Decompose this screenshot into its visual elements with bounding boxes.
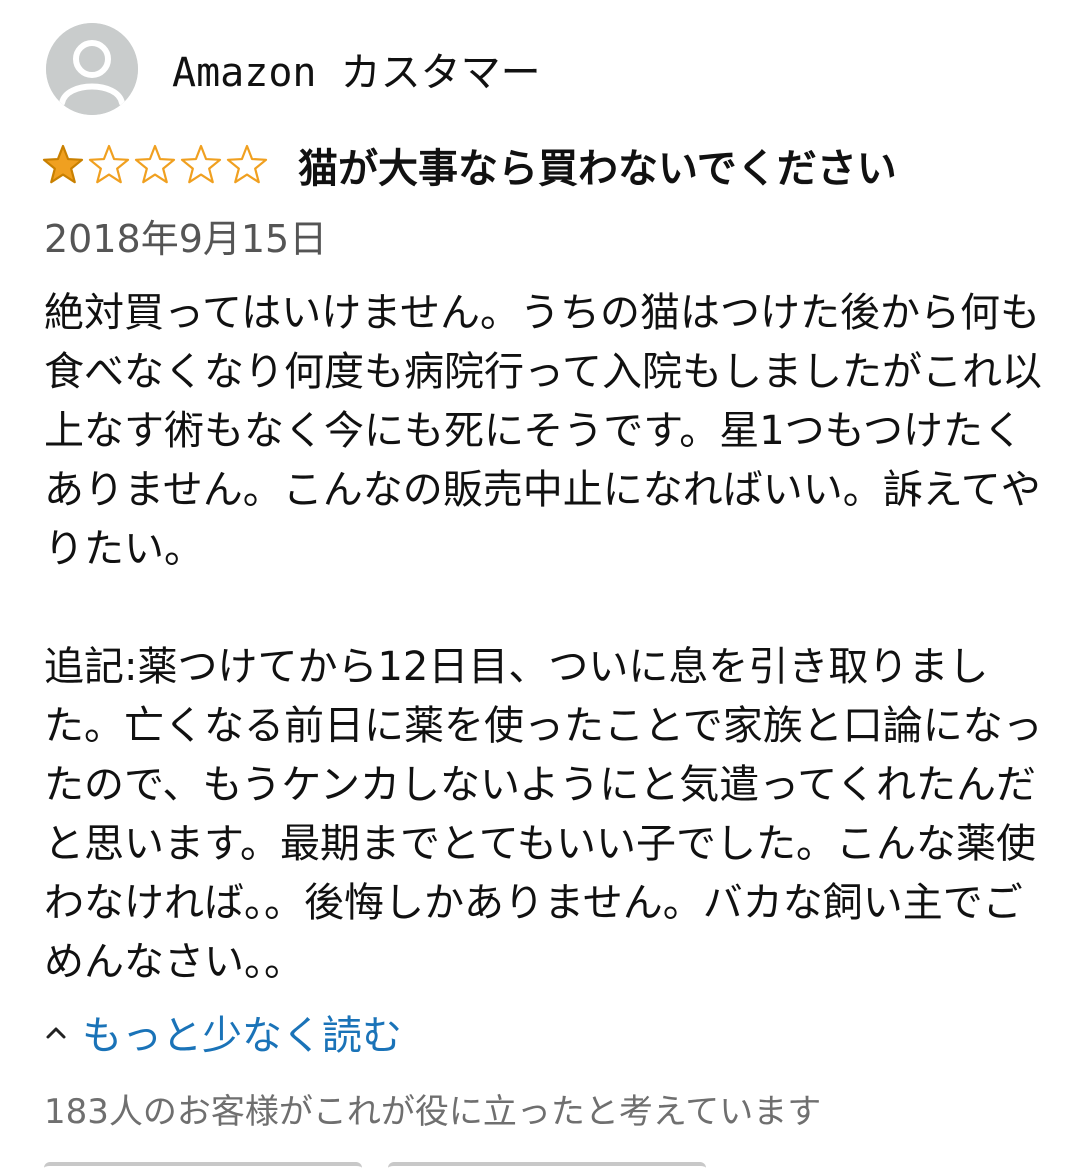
report-button[interactable] (388, 1162, 706, 1176)
review-paragraph: 絶対買ってはいけません。うちの猫はつけた後から何も食べなくなり何度も病院行って入… (44, 290, 1042, 572)
review-date: 2018年9月15日 (44, 217, 328, 261)
read-less-button[interactable]: もっと少なく読む (44, 1002, 402, 1062)
review-action-buttons (44, 1162, 732, 1176)
star-empty-icon (226, 144, 268, 184)
reviewer-name[interactable]: Amazon カスタマー (172, 40, 541, 98)
rating-title-row: 猫が大事なら買わないでください (40, 132, 897, 198)
review-card: Amazon カスタマー 猫が大事なら買わないでください 2018年9月15日 … (0, 0, 1080, 1166)
helpful-button[interactable] (44, 1162, 362, 1176)
review-title: 猫が大事なら買わないでください (298, 146, 897, 192)
user-silhouette-icon (46, 23, 138, 115)
review-body: 絶対買ってはいけません。うちの猫はつけた後から何も食べなくなり何度も病院行って入… (44, 284, 1044, 992)
star-empty-icon (180, 144, 222, 184)
chevron-up-icon (46, 1027, 66, 1039)
helpful-count-text: 183人のお客様がこれが役に立ったと考えています (44, 1092, 822, 1132)
read-less-label: もっと少なく読む (82, 1013, 402, 1059)
avatar-graphic (46, 23, 138, 115)
review-paragraph: 追記:薬つけてから12日目、ついに息を引き取りました。亡くなる前日に薬を使ったこ… (44, 644, 1043, 985)
star-empty-icon (88, 144, 130, 184)
star-rating (40, 142, 270, 188)
star-empty-icon (134, 144, 176, 184)
star-filled-icon (42, 144, 84, 184)
reviewer-profile[interactable]: Amazon カスタマー (46, 22, 541, 116)
